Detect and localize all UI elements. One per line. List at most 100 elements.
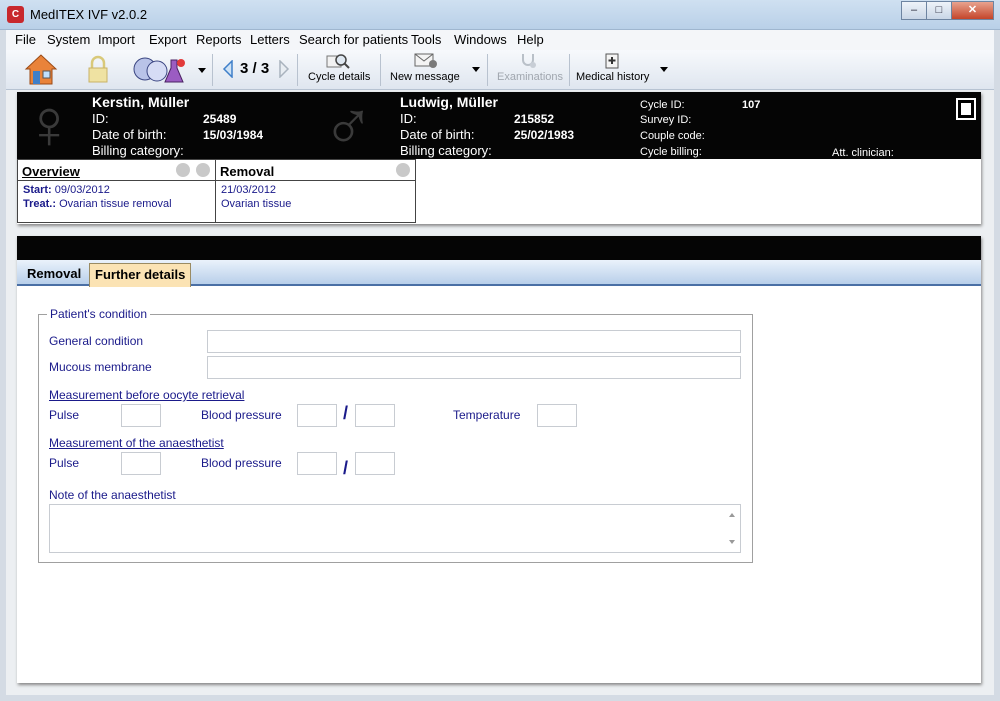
- anaesthetist-pulse-field[interactable]: [121, 452, 161, 475]
- removal-card-title: Removal: [220, 164, 275, 179]
- toolbar-separator: [297, 54, 298, 86]
- next-icon[interactable]: [278, 60, 290, 78]
- maximize-icon[interactable]: □: [926, 1, 952, 20]
- removal-card[interactable]: Removal 21/03/2012 Ovarian tissue: [215, 159, 416, 223]
- document-icon[interactable]: [956, 98, 976, 120]
- patients-condition-group: Patient's condition General condition Mu…: [38, 307, 753, 563]
- patients-icon: [133, 57, 185, 83]
- cycle-id: 107: [742, 99, 761, 111]
- menu-letters[interactable]: Letters: [250, 32, 290, 47]
- mucous-membrane-field[interactable]: [207, 356, 741, 379]
- toolbar-separator: [380, 54, 381, 86]
- panel-header-band: [17, 236, 981, 260]
- bp-separator: /: [343, 403, 349, 423]
- tab-strip: Removal Further details: [17, 260, 981, 287]
- general-condition-field[interactable]: [207, 330, 741, 353]
- main-panel: Removal Further details Patient's condit…: [17, 236, 981, 683]
- start-value: 09/03/2012: [54, 184, 110, 196]
- status-dot-icon: [196, 163, 210, 177]
- new-message-label: New message: [390, 71, 460, 83]
- toolbar-separator: [487, 54, 488, 86]
- menu-system[interactable]: System: [47, 32, 90, 47]
- male-id-label: ID:: [400, 111, 417, 126]
- stethoscope-icon: [522, 54, 536, 68]
- patients-button[interactable]: [129, 50, 189, 90]
- menu-tools[interactable]: Tools: [411, 32, 441, 47]
- female-id-label: ID:: [92, 111, 109, 126]
- close-icon[interactable]: ✕: [951, 1, 994, 20]
- removal-date: 21/03/2012: [221, 184, 277, 196]
- menu-search-patients[interactable]: Search for patients: [299, 32, 408, 47]
- menu-export[interactable]: Export: [149, 32, 187, 47]
- note-label: Note of the anaesthetist: [49, 488, 176, 502]
- app-icon: C: [7, 6, 24, 23]
- divider: [18, 180, 215, 181]
- note-textarea[interactable]: [49, 504, 741, 553]
- menu-import[interactable]: Import: [98, 32, 135, 47]
- female-dob: 15/03/1984: [203, 128, 264, 142]
- female-name: Kerstin, Müller: [92, 94, 190, 110]
- cycle-details-button[interactable]: Cycle details: [304, 50, 374, 90]
- male-id: 215852: [514, 112, 555, 126]
- title-bar: C MedITEX IVF v2.0.2 – □ ✕: [0, 0, 1000, 30]
- male-symbol-icon: ♂: [322, 92, 375, 159]
- temperature-field[interactable]: [537, 404, 577, 427]
- lock-button[interactable]: [84, 50, 112, 90]
- envelope-icon: [414, 53, 437, 68]
- menu-windows[interactable]: Windows: [454, 32, 507, 47]
- male-dob-label: Date of birth:: [400, 127, 475, 142]
- cycle-details-label: Cycle details: [308, 71, 371, 83]
- anaesthetist-pulse-label: Pulse: [49, 456, 80, 470]
- female-symbol-icon: ♀: [23, 92, 76, 159]
- menu-bar: File System Import Export Reports Letter…: [6, 30, 994, 50]
- overview-card[interactable]: Overview Start: 09/03/2012 Treat.: Ovari…: [17, 159, 216, 223]
- window-controls: – □ ✕: [901, 1, 994, 20]
- overview-start: Start: 09/03/2012: [23, 184, 110, 196]
- mucous-membrane-label: Mucous membrane: [49, 360, 152, 374]
- previous-icon[interactable]: [222, 60, 234, 78]
- removal-desc: Ovarian tissue: [221, 198, 292, 210]
- home-button[interactable]: [22, 50, 60, 90]
- menu-file[interactable]: File: [15, 32, 36, 47]
- menu-reports[interactable]: Reports: [196, 32, 242, 47]
- patient-info-band: ♀ ♂ Kerstin, Müller ID: 25489 Date of bi…: [17, 92, 981, 159]
- male-billing-label: Billing category:: [400, 143, 492, 158]
- couple-code-label: Couple code:: [640, 130, 705, 142]
- chevron-down-icon[interactable]: [472, 67, 480, 72]
- tab-removal[interactable]: Removal: [22, 263, 86, 287]
- medical-history-icon: [605, 53, 619, 69]
- overview-treatment: Treat.: Ovarian tissue removal: [23, 198, 172, 210]
- male-name: Ludwig, Müller: [400, 94, 498, 110]
- diastolic-field[interactable]: [355, 404, 395, 427]
- treat-label: Treat.:: [23, 198, 57, 210]
- chevron-down-icon[interactable]: [660, 67, 668, 72]
- female-dob-label: Date of birth:: [92, 127, 167, 142]
- chevron-down-icon[interactable]: [198, 68, 206, 73]
- window-title: MedITEX IVF v2.0.2: [30, 7, 148, 22]
- menu-help[interactable]: Help: [517, 32, 544, 47]
- tab-further-details[interactable]: Further details: [89, 263, 192, 287]
- measurement-anaesthetist-label: Measurement of the anaesthetist: [49, 436, 224, 450]
- anaesthetist-bp-label: Blood pressure: [201, 456, 282, 470]
- scroll-down-icon[interactable]: [729, 540, 735, 544]
- pager-text: 3 / 3: [240, 60, 270, 77]
- medical-history-button[interactable]: Medical history: [574, 50, 652, 90]
- status-dot-icon: [176, 163, 190, 177]
- start-label: Start:: [23, 184, 52, 196]
- toolbar-separator: [569, 54, 570, 86]
- examinations-label: Examinations: [497, 71, 564, 83]
- anaesthetist-bp-separator: /: [343, 458, 349, 478]
- clinician-label: Att. clinician:: [832, 147, 894, 159]
- toolbar-separator: [212, 54, 213, 86]
- anaesthetist-diastolic-field[interactable]: [355, 452, 395, 475]
- status-dot-icon: [396, 163, 410, 177]
- treat-value: Ovarian tissue removal: [59, 198, 172, 210]
- pulse-field[interactable]: [121, 404, 161, 427]
- examinations-button[interactable]: Examinations: [494, 50, 564, 90]
- minimize-icon[interactable]: –: [901, 1, 927, 20]
- home-icon: [24, 54, 58, 85]
- new-message-button[interactable]: New message: [387, 50, 467, 90]
- scroll-up-icon[interactable]: [729, 513, 735, 517]
- anaesthetist-systolic-field[interactable]: [297, 452, 337, 475]
- systolic-field[interactable]: [297, 404, 337, 427]
